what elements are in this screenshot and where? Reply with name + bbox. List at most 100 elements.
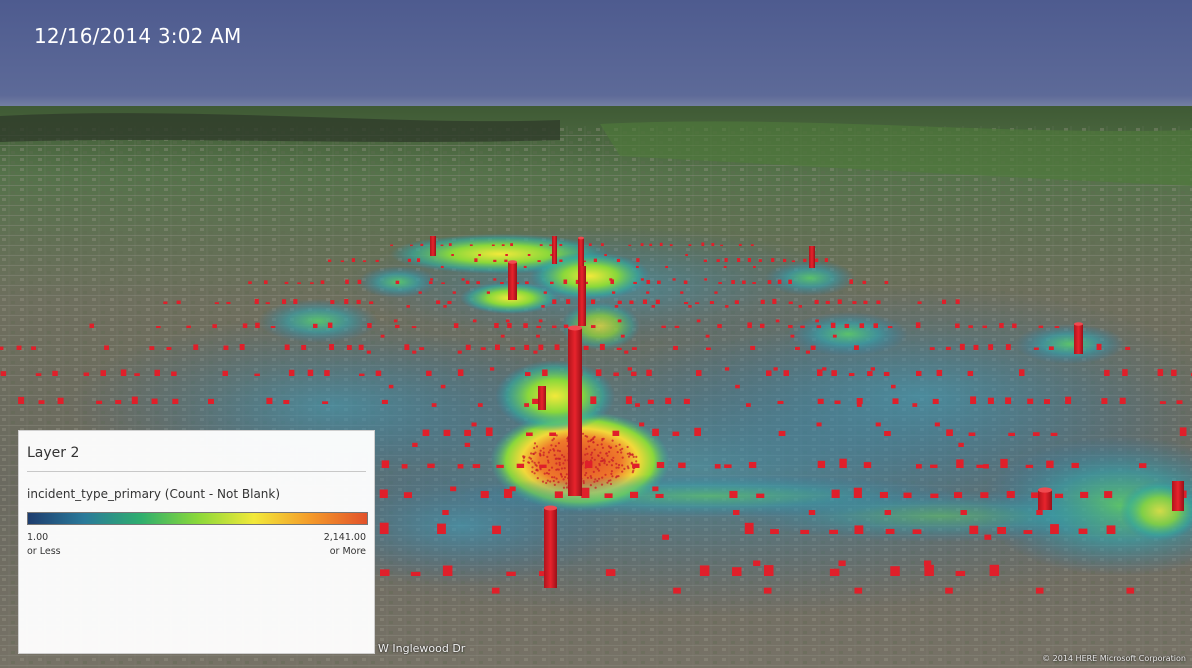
- incident-marker: [916, 370, 922, 376]
- incident-marker: [852, 301, 857, 304]
- incident-marker: [443, 305, 447, 308]
- incident-marker: [656, 462, 665, 468]
- incident-marker: [989, 564, 1000, 576]
- incident-marker: [724, 464, 732, 468]
- incident-marker: [838, 560, 846, 566]
- incident-marker: [616, 258, 621, 262]
- hotspot-dot: [609, 482, 613, 486]
- hotspot-dot: [611, 459, 615, 462]
- incident-marker: [724, 258, 728, 262]
- incident-marker: [131, 396, 138, 404]
- hotspot-dot: [560, 475, 564, 478]
- hotspot-dot: [586, 476, 590, 479]
- incident-marker: [657, 280, 661, 284]
- incident-marker: [932, 398, 939, 404]
- incident-marker: [1044, 399, 1050, 404]
- incident-marker: [345, 279, 349, 284]
- incident-marker: [1035, 587, 1044, 594]
- incident-marker: [960, 510, 967, 515]
- incident-marker: [486, 291, 490, 294]
- incident-marker: [1065, 396, 1072, 404]
- incident-marker: [873, 323, 878, 328]
- incident-marker: [452, 291, 456, 294]
- incident-marker: [735, 384, 740, 389]
- incident-marker: [970, 396, 977, 404]
- incident-marker: [356, 299, 361, 304]
- hotspot-dot: [565, 482, 568, 485]
- hotspot-dot: [611, 439, 614, 442]
- incident-marker: [636, 258, 640, 262]
- incident-marker: [1071, 462, 1079, 468]
- hotspot-dot: [552, 479, 555, 483]
- incident-marker: [724, 367, 730, 371]
- hotspot-dot: [594, 466, 598, 469]
- incident-marker: [883, 372, 890, 376]
- incident-marker: [223, 345, 229, 350]
- incident-marker: [453, 323, 459, 328]
- incident-marker: [437, 523, 446, 534]
- hotspot-dot: [536, 477, 539, 480]
- incident-marker: [591, 325, 596, 328]
- incident-marker: [1157, 369, 1164, 376]
- incident-marker: [999, 323, 1004, 328]
- incident-marker: [980, 492, 989, 498]
- incident-marker: [783, 258, 787, 262]
- incident-marker: [346, 345, 352, 350]
- incident-marker: [1106, 525, 1116, 534]
- hotspot-dot: [541, 480, 545, 483]
- hotspot-dot: [558, 463, 561, 466]
- incident-marker: [493, 259, 497, 262]
- incident-marker: [890, 566, 900, 576]
- hotspot-dot: [621, 464, 624, 467]
- incident-marker: [134, 373, 140, 376]
- incident-marker: [788, 325, 793, 328]
- column-east-2: [1038, 487, 1052, 510]
- incident-marker: [632, 463, 640, 468]
- incident-marker: [912, 403, 918, 407]
- incident-marker: [968, 325, 973, 328]
- incident-marker: [772, 298, 777, 304]
- map-viewport[interactable]: 12/16/2014 3:02 AM W Inglewood Dr © 2014…: [0, 0, 1192, 668]
- hotspot-dot: [523, 455, 526, 458]
- legend-field-name: incident_type_primary (Count - Not Blank…: [27, 487, 281, 501]
- hotspot-dot: [531, 460, 534, 463]
- incident-marker: [1000, 458, 1008, 468]
- incident-marker: [593, 258, 597, 262]
- incident-marker: [1125, 346, 1131, 350]
- incident-marker: [969, 525, 979, 534]
- hotspot-dot: [593, 448, 596, 451]
- incident-marker: [815, 319, 819, 323]
- hotspot-dot: [554, 444, 557, 448]
- incident-marker: [627, 367, 632, 371]
- incident-marker: [694, 427, 701, 436]
- hotspot-dot: [611, 475, 614, 478]
- incident-marker: [652, 486, 659, 492]
- incident-marker: [509, 486, 516, 492]
- incident-marker: [538, 319, 543, 323]
- hotspot-dot: [594, 478, 597, 481]
- legend-panel[interactable]: Layer 2 incident_type_primary (Count - N…: [18, 430, 375, 654]
- hotspot-dot: [632, 469, 635, 472]
- legend-min-note: or Less: [27, 546, 61, 557]
- incident-marker: [744, 522, 754, 534]
- incident-marker: [171, 371, 177, 376]
- incident-marker: [284, 281, 289, 284]
- incident-marker: [732, 567, 742, 576]
- hotspot-dot: [597, 477, 601, 480]
- hotspot-dot: [601, 459, 604, 463]
- incident-marker: [451, 254, 454, 256]
- incident-marker: [149, 346, 155, 350]
- incident-marker: [884, 431, 891, 436]
- incident-marker: [903, 492, 912, 498]
- hotspot-dot: [621, 456, 624, 459]
- incident-marker: [506, 571, 516, 576]
- incident-marker: [358, 344, 364, 350]
- incident-marker: [731, 280, 735, 284]
- incident-marker: [709, 301, 714, 304]
- incident-marker: [1005, 344, 1011, 350]
- incident-marker: [832, 334, 837, 338]
- incident-marker: [523, 323, 528, 328]
- incident-marker: [541, 305, 545, 308]
- hotspot-dot: [590, 451, 594, 454]
- hotspot-dot: [553, 454, 556, 457]
